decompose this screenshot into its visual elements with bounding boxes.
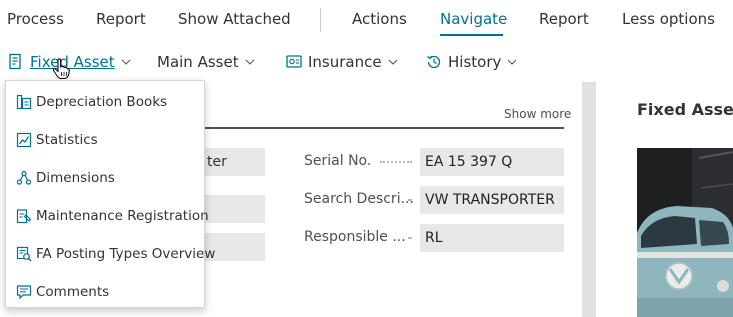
section-header-divider [205,127,564,129]
navigate-sub-bar: Fixed Asset Main Asset Insurance History [0,42,733,82]
fixed-asset-icon [9,53,21,70]
chevron-down-icon [507,59,517,65]
field-leader-dots [408,199,412,201]
menu-item-label: Comments [36,284,110,300]
action-report[interactable]: Report [96,10,146,28]
history-menu-label: History [448,53,502,71]
history-icon [427,55,441,69]
dimensions-icon [16,170,32,185]
left-field-value[interactable]: ter [205,148,265,176]
field-leader-dots [380,161,412,163]
responsible-employee-field[interactable]: RL [420,224,564,252]
action-bar: Process Report Show Attached Actions Nav… [0,0,733,40]
action-actions[interactable]: Actions [352,10,407,28]
maintenance-registration-icon [16,209,32,224]
menu-item-statistics[interactable]: Statistics [6,121,204,159]
responsible-employee-label: Responsible ... [304,229,406,245]
action-less-options[interactable]: Less options [622,10,715,28]
statistics-icon [16,132,32,148]
menu-item-label: FA Posting Types Overview [36,246,216,262]
menu-item-label: Statistics [36,132,98,148]
chevron-down-icon [121,59,131,65]
fixed-asset-dropdown-menu: Depreciation Books Statistics Dimensions… [5,80,215,311]
action-navigate[interactable]: Navigate [440,10,507,28]
action-show-attached[interactable]: Show Attached [178,10,291,28]
menu-item-depreciation-books[interactable]: Depreciation Books [6,83,204,121]
left-field-value[interactable] [205,195,265,223]
pane-splitter[interactable] [582,82,596,317]
menu-item-label: Depreciation Books [36,94,168,110]
fixed-asset-menu-label: Fixed Asset [30,53,115,71]
menu-item-fa-posting-types-overview[interactable]: FA Posting Types Overview [6,235,215,273]
menu-item-label: Maintenance Registration [36,208,209,224]
navigate-active-indicator [440,34,503,36]
menu-item-label: Dimensions [36,170,115,186]
search-description-label: Search Descri... [304,191,414,207]
action-report-2[interactable]: Report [539,10,589,28]
depreciation-books-icon [16,94,32,110]
serial-no-label: Serial No. [304,153,372,169]
factbox-title: Fixed Asset [637,100,733,119]
serial-no-field[interactable]: EA 15 397 Q [420,148,564,176]
insurance-menu-label: Insurance [308,53,382,71]
chevron-down-icon [245,59,254,65]
menu-item-maintenance-registration[interactable]: Maintenance Registration [6,197,209,235]
history-menu-button[interactable]: History [425,42,518,82]
action-separator [320,8,321,32]
comments-icon [16,285,32,300]
show-more-link[interactable]: Show more [504,107,571,121]
hand-cursor-icon [52,58,70,80]
menu-item-comments[interactable]: Comments [6,273,204,311]
action-process[interactable]: Process [7,10,64,28]
main-asset-menu-button[interactable]: Main Asset [157,42,256,82]
search-description-field[interactable]: VW TRANSPORTER [420,186,564,214]
insurance-icon [286,55,302,68]
field-leader-dots [408,237,412,239]
main-asset-menu-label: Main Asset [157,53,239,71]
chevron-down-icon [388,59,397,65]
menu-item-dimensions[interactable]: Dimensions [6,159,204,197]
fixed-asset-picture[interactable] [637,148,733,317]
insurance-menu-button[interactable]: Insurance [285,42,399,82]
fa-posting-types-overview-icon [16,246,32,262]
